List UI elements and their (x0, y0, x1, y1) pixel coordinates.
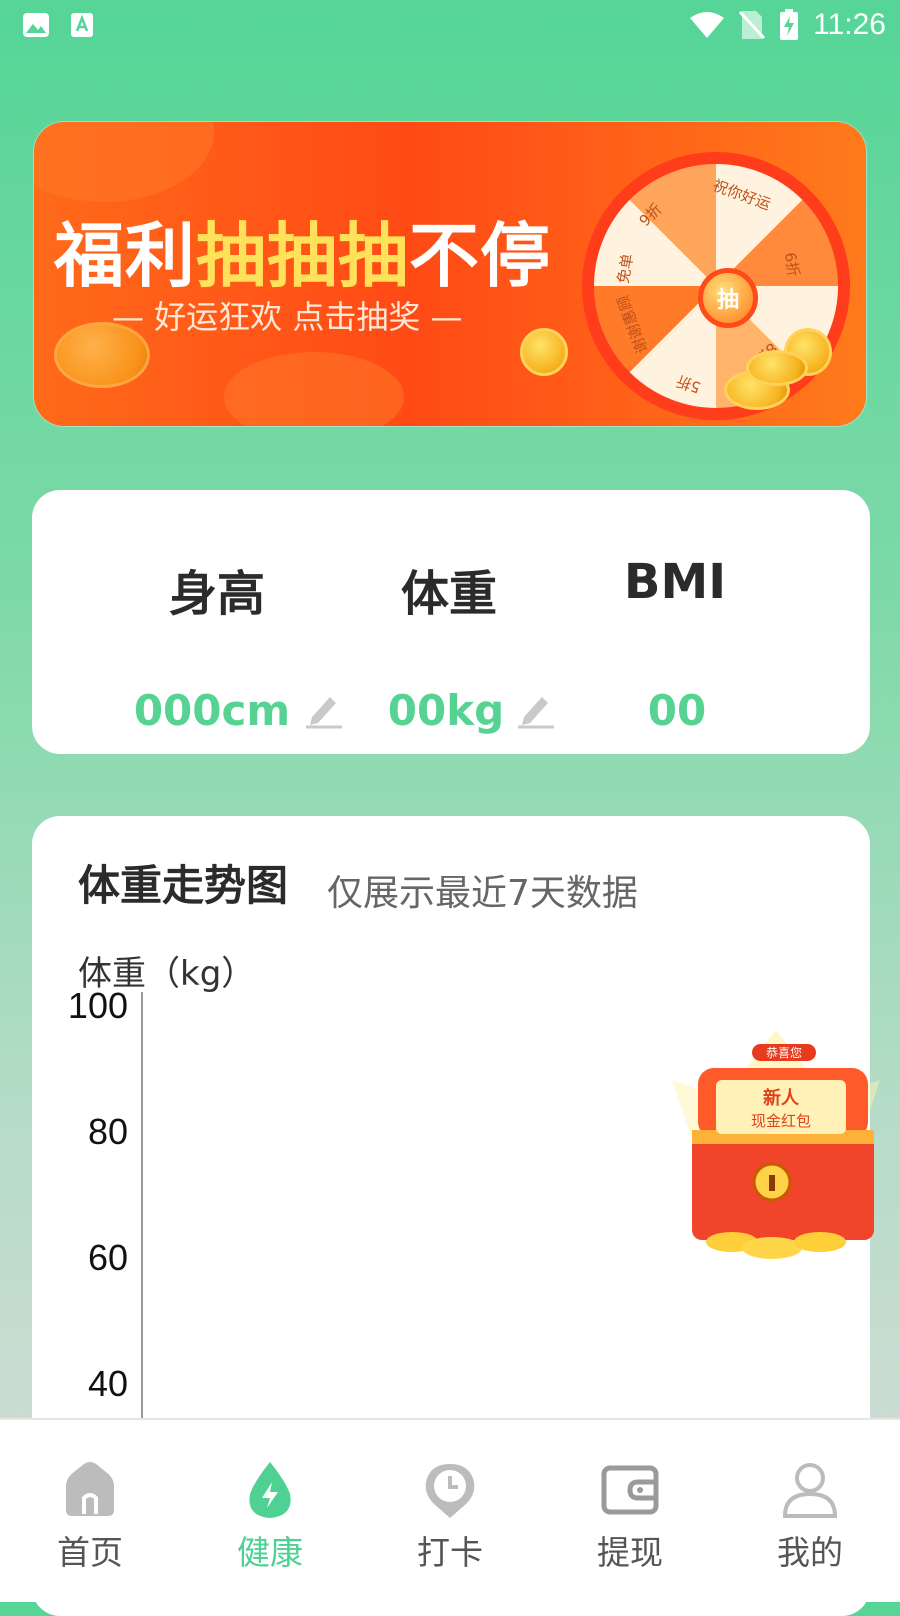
y-tick-label: 40 (88, 1363, 128, 1404)
text-app-icon (71, 13, 93, 37)
gift-tag: 恭喜您 (752, 1044, 816, 1061)
battery-charging-icon (780, 9, 799, 40)
wallet-icon (601, 1465, 659, 1515)
nav-label: 健康 (237, 1533, 303, 1572)
y-tick-label: 80 (88, 1111, 128, 1152)
gift-line2: 现金红包 (750, 1112, 811, 1130)
nav-health[interactable]: 健康 (180, 1420, 360, 1602)
new-user-red-packet[interactable]: 恭喜您 新人 现金红包 (652, 1020, 900, 1270)
body-metrics-card: 身高 体重 BMI 000cm 00kg 00 (32, 490, 870, 754)
wheel-label: 9折 (635, 199, 666, 230)
height-label: 身高 (168, 566, 265, 622)
edit-height-icon[interactable] (304, 687, 344, 729)
nav-label: 提现 (597, 1533, 663, 1572)
user-icon (782, 1463, 838, 1518)
nav-label: 首页 (57, 1533, 123, 1572)
clock-pin-icon (425, 1464, 475, 1518)
gift-label-panel: 新人 现金红包 (716, 1080, 846, 1134)
y-tick-label: 100 (68, 986, 128, 1026)
nav-checkin[interactable]: 打卡 (360, 1420, 540, 1602)
coin-decoration (520, 328, 568, 376)
prize-wheel[interactable]: 祝你好运 9折 6折 免单 8折 谢谢惠顾 5折 抽 (582, 152, 850, 420)
nav-home[interactable]: 首页 (0, 1420, 180, 1602)
edit-weight-icon[interactable] (516, 687, 556, 729)
nav-me[interactable]: 我的 (720, 1420, 900, 1602)
health-drop-icon (249, 1462, 291, 1518)
wheel-label: 6折 (780, 250, 803, 279)
nav-withdraw[interactable]: 提现 (540, 1420, 720, 1602)
banner-subtitle: — 好运狂欢 点击抽奖 — (112, 298, 463, 336)
nav-label: 打卡 (417, 1533, 483, 1572)
wheel-label: 祝你好运 (710, 176, 774, 214)
nav-label: 我的 (777, 1533, 843, 1572)
wifi-icon (690, 12, 725, 38)
weight-label: 体重 (400, 566, 497, 622)
gallery-icon (23, 13, 49, 37)
wheel-label: 免单 (614, 252, 637, 285)
lottery-banner[interactable]: 福利抽抽抽不停 — 好运狂欢 点击抽奖 — 祝你好运 9折 6折 免单 8折 谢… (34, 122, 866, 426)
wheel-label: 5折 (673, 371, 704, 397)
weight-value: 00kg (387, 686, 505, 735)
chart-title: 体重走势图 (78, 861, 289, 910)
banner-title: 福利抽抽抽不停 (54, 215, 551, 297)
coin-decoration (746, 350, 808, 386)
bottom-navigation: 首页 健康 打卡 提现 我的 (0, 1418, 900, 1602)
no-sim-icon (739, 10, 766, 40)
status-bar: 11:26 (0, 0, 900, 52)
bmi-label: BMI (623, 554, 727, 610)
gift-line1: 新人 (763, 1088, 799, 1109)
weight-trend-chart: 100 80 60 40 (68, 986, 143, 1446)
y-tick-label: 60 (88, 1237, 128, 1278)
wheel-label: 谢谢惠顾 (613, 293, 652, 356)
chart-subtitle: 仅展示最近7天数据 (327, 873, 638, 914)
wheel-center-button[interactable]: 抽 (698, 268, 758, 328)
status-time: 11:26 (813, 8, 886, 41)
bmi-value: 00 (647, 686, 707, 735)
home-icon (66, 1462, 114, 1516)
height-value: 000cm (133, 686, 291, 735)
